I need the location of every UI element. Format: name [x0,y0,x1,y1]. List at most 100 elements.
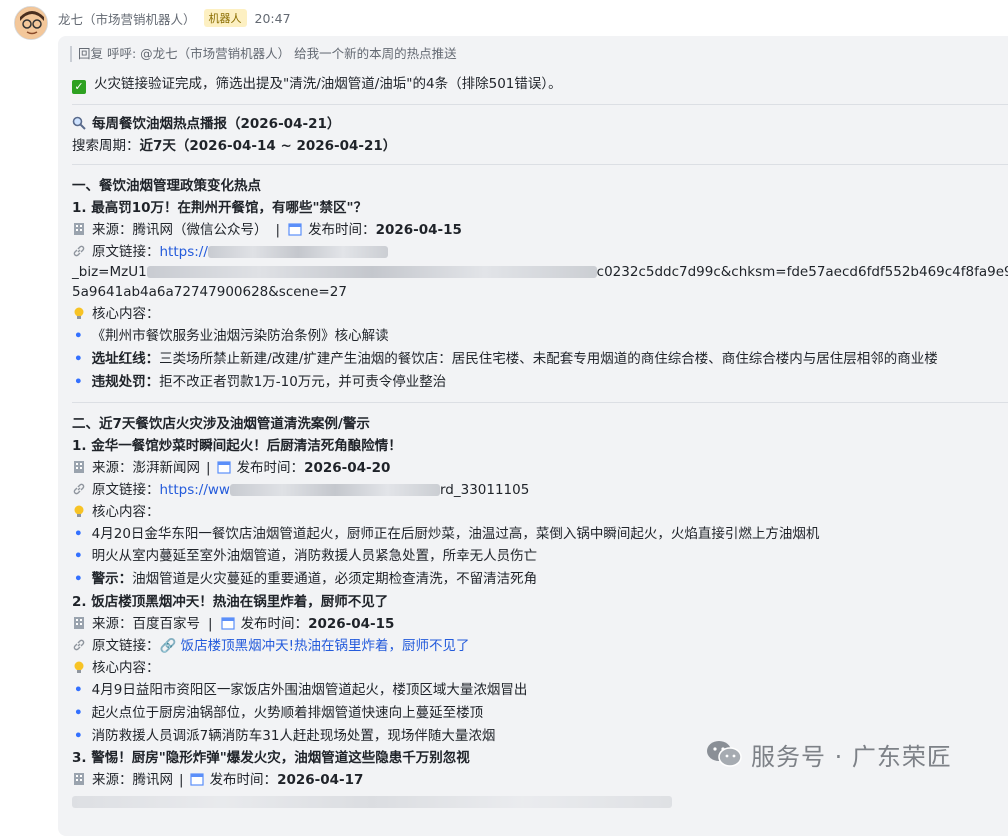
bullet-text: 4月9日益阳市资阳区一家饭店外围油烟管道起火，楼顶区域大量浓烟冒出 [91,682,528,698]
check-icon: ✓ [72,80,86,94]
s1-item1-meta: 来源：腾讯网（微信公众号） | 发布时间：2026-04-15 [72,220,462,240]
source-label: 来源： [92,222,133,238]
s2-item3-meta: 来源：腾讯网 | 发布时间：2026-04-17 [72,770,363,790]
period-label: 搜索周期： [72,138,140,154]
link-icon [73,245,85,257]
publish-label: 发布时间： [240,616,309,632]
s2-item2-link-line: 原文链接：🔗 饭店楼顶黑烟冲天!热油在锅里炸着，厨师不见了 [72,636,470,656]
bullet-text: 拒不改正者罚款1万-10万元，并可责令停业整治 [159,374,447,390]
redacted-block [146,266,597,278]
publish-date: 2026-04-15 [308,616,395,632]
bullet-text: 《荆州市餐饮服务业油烟污染防治条例》核心解读 [91,328,389,344]
core-label: 核心内容： [92,306,160,322]
period-value: 近7天（2026-04-14 ~ 2026-04-21） [139,138,397,154]
core-label: 核心内容： [92,504,160,520]
link-text: _biz=MzU1 [72,264,147,280]
redacted-block [207,246,388,258]
status-text: 火灾链接验证完成，筛选出提及"清洗/油烟管道/油垢"的4条（排除501错误）。 [94,76,562,92]
publish-label: 发布时间： [308,222,376,238]
s2-item1-link[interactable]: https://ww [160,482,230,498]
s2-item2-title: 2. 饭店楼顶黑烟冲天！热油在锅里炸着，厨师不见了 [72,594,389,610]
s2-item2-meta: 来源：百度百家号 | 发布时间：2026-04-15 [72,614,394,634]
bullet-text: 起火点位于厨房油锅部位，火势顺着排烟管道快速向上蔓延至楼顶 [91,705,484,721]
s1-item1-title: 1. 最高罚10万！在荆州开餐馆，有哪些"禁区"？ [72,200,368,216]
calendar-icon [216,461,231,474]
bullet-text: 明火从室内蔓延至室外油烟管道，消防救援人员紧急处置，所幸无人员伤亡 [91,548,538,564]
list-item: • 起火点位于厨房油锅部位，火势顺着排烟管道快速向上蔓延至楼顶 [74,705,484,721]
bullet-text: 三类场所禁止新建/改建/扩建产生油烟的餐饮店：居民住宅楼、未配套专用烟道的商住综… [159,351,938,367]
source-value: 澎湃新闻网 [132,460,201,476]
core-label: 核心内容： [92,660,160,676]
source-label: 来源： [92,460,133,476]
watermark: 服务号 · 广东荣匠 [705,738,952,771]
divider [72,104,1008,105]
sender-name[interactable]: 龙七（市场营销机器人） [58,9,196,28]
s1-item1-link[interactable]: https:// [160,244,208,260]
watermark-text: 服务号 · 广东荣匠 [751,742,952,771]
section1-heading: 一、餐饮油烟管理政策变化热点 [72,178,261,194]
list-item: • 警示：油烟管道是火灾蔓延的重要通道，必须定期检查清洗，不留清洁死角 [74,571,538,587]
message-time: 20:47 [254,10,291,26]
s2-item2-core-label: 核心内容： [72,658,160,678]
s2-item1-meta: 来源：澎湃新闻网 | 发布时间：2026-04-20 [72,458,390,478]
bullet-text: 消防救援人员调派7辆消防车31人赶赴现场处置，现场伴随大量浓烟 [91,728,496,744]
report-title-line: 每周餐饮油烟热点播报（2026-04-21） [72,114,340,134]
divider [72,402,1008,403]
bot-badge: 机器人 [203,9,247,27]
avatar[interactable] [14,6,48,40]
calendar-icon [189,773,204,786]
list-item: • 4月9日益阳市资阳区一家饭店外围油烟管道起火，楼顶区域大量浓烟冒出 [74,682,528,698]
publish-label: 发布时间： [236,460,305,476]
publish-date: 2026-04-15 [375,222,462,238]
period-line: 搜索周期：近7天（2026-04-14 ~ 2026-04-21） [72,136,396,156]
bullet-text: 油烟管道是火灾蔓延的重要通道，必须定期检查清洗，不留清洁死角 [132,571,538,587]
list-item: • 《荆州市餐饮服务业油烟污染防治条例》核心解读 [74,328,389,344]
calendar-icon [220,617,235,630]
wechat-icon [707,741,742,767]
publish-date: 2026-04-17 [277,772,364,788]
bullet-strong: 选址红线： [91,351,160,367]
report-title: 每周餐饮油烟热点播报（2026-04-21） [92,116,341,132]
link-icon [73,483,85,495]
s1-item1-core-label: 核心内容： [72,304,160,324]
chain-link-icon: 🔗 [159,638,181,654]
bullet-strong: 警示： [91,571,133,587]
link-label: 原文链接： [92,244,160,260]
building-icon [74,773,84,785]
s2-item1-title: 1. 金华一餐馆炒菜时瞬间起火！后厨清洁死角酿险情！ [72,438,402,454]
source-value: 腾讯网 [132,772,174,788]
s1-item1-link-line2[interactable]: _biz=MzU1 c0232c5ddc7d99c&chksm=fde57aecd… [72,262,1008,282]
s2-item3-link-line-partial [72,792,672,812]
calendar-icon [288,223,302,236]
s1-item1-link-line3[interactable]: 5a9641ab4a6a72747900628&scene=27 [72,282,347,302]
building-icon [74,461,84,473]
bullet-text: 4月20日金华东阳一餐饮店油烟管道起火，厨师正在后厨炒菜，油温过高，菜倒入锅中瞬… [91,526,820,542]
status-line: ✓ 火灾链接验证完成，筛选出提及"清洗/油烟管道/油垢"的4条（排除501错误）。 [72,74,562,94]
reply-quote[interactable]: 回复 呼呼: @龙七（市场营销机器人） 给我一个新的本周的热点推送 [70,46,457,62]
section2-heading: 二、近7天餐饮店火灾涉及油烟管道清洗案例/警示 [72,416,370,432]
s2-item1-link-line: 原文链接：https://ww rd_33011105 [72,480,529,500]
link-text: c0232c5ddc7d99c&chksm=fde57aecd6fdf552b4… [596,264,1008,280]
bullet-strong: 违规处罚： [91,374,160,390]
lightbulb-icon [74,505,84,517]
s2-item2-link[interactable]: 饭店楼顶黑烟冲天!热油在锅里炸着，厨师不见了 [181,638,470,654]
source-label: 来源： [92,772,133,788]
list-item: • 选址红线：三类场所禁止新建/改建/扩建产生油烟的餐饮店：居民住宅楼、未配套专用… [74,351,938,367]
source-label: 来源： [92,616,133,632]
s1-item1-link-line: 原文链接：https:// [72,242,388,262]
link-text[interactable]: rd_33011105 [440,482,529,498]
message-header: 龙七（市场营销机器人） 机器人 20:47 [58,8,291,28]
link-label: 原文链接： [92,482,160,498]
source-value: 百度百家号 [132,616,201,632]
s2-item1-core-label: 核心内容： [72,502,160,522]
s2-item3-title: 3. 警惕！厨房"隐形炸弹"爆发火灾，油烟管道这些隐患千万别忽视 [72,750,470,766]
building-icon [74,223,84,235]
link-label: 原文链接： [92,638,160,654]
list-item: • 违规处罚：拒不改正者罚款1万-10万元，并可责令停业整治 [74,374,447,390]
publish-label: 发布时间： [209,772,278,788]
lightbulb-icon [74,661,84,673]
message-bubble: 回复 呼呼: @龙七（市场营销机器人） 给我一个新的本周的热点推送 ✓ 火灾链接验… [58,36,1008,836]
building-icon [74,617,84,629]
redacted-block [229,484,440,496]
magnifier-icon [72,116,86,130]
